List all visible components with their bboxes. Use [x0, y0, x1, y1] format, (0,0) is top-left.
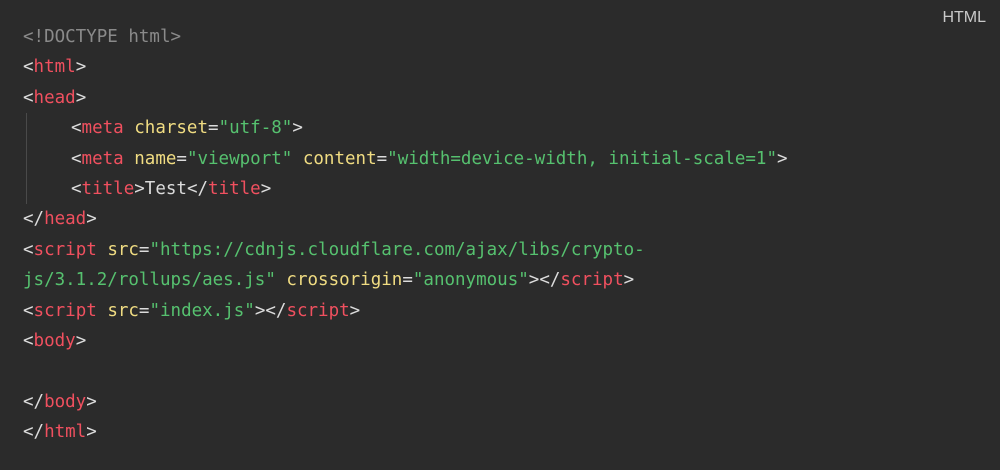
code-block: HTML <!DOCTYPE html> <html> <head> <meta… — [0, 0, 1000, 470]
tag-token: script — [286, 300, 350, 321]
punct-token: = — [376, 148, 388, 169]
punct-token: > — [134, 178, 145, 199]
punct-token: </ — [186, 178, 209, 199]
punct-token — [124, 149, 135, 169]
attribute-token: src — [107, 300, 139, 321]
string-token: "index.js" — [149, 300, 255, 321]
punct-token: < — [71, 178, 82, 199]
code-line: <body> — [23, 326, 983, 356]
punct-token: > — [777, 148, 788, 169]
code-line: <script src="https://cdnjs.cloudflare.co… — [23, 235, 983, 265]
string-token: "viewport" — [186, 148, 293, 169]
tag-token: head — [44, 209, 87, 230]
indent-guide — [26, 143, 27, 174]
punct-token: ></ — [528, 270, 561, 291]
punct-token: > — [260, 178, 272, 199]
code-line: js/3.1.2/rollups/aes.js" crossorigin="an… — [23, 265, 983, 295]
code-line: </body> — [23, 387, 983, 417]
punct-token: > — [292, 118, 303, 139]
indent-guide — [26, 173, 27, 205]
tag-token: html — [44, 422, 87, 443]
punct-token: </ — [23, 209, 45, 230]
code-line: </head> — [23, 204, 983, 234]
punct-token: = — [138, 300, 150, 321]
punct-token: </ — [23, 391, 45, 412]
punct-token: > — [86, 391, 97, 412]
punct-token: ></ — [254, 300, 287, 321]
code-line: <title>Test</title> — [23, 173, 983, 205]
tag-token: script — [33, 239, 97, 260]
punct-token: < — [23, 300, 34, 321]
code-line: <html> — [23, 52, 983, 82]
punct-token — [97, 301, 108, 321]
string-token: "utf-8" — [218, 118, 293, 139]
punct-token: </ — [23, 422, 45, 443]
punct-token: = — [208, 118, 219, 139]
code-line: <head> — [23, 83, 983, 113]
tag-token: meta — [81, 148, 124, 169]
punct-token: > — [75, 57, 87, 78]
punct-token: < — [23, 57, 34, 78]
attribute-token: src — [107, 239, 139, 260]
punct-token: > — [349, 300, 361, 321]
attribute-token: content — [302, 148, 377, 169]
attribute-token: charset — [134, 118, 209, 139]
tag-token: body — [44, 391, 87, 412]
string-token: "https://cdnjs.cloudflare.com/ajax/libs/… — [149, 239, 645, 260]
code-line: <meta charset="utf-8"> — [23, 113, 983, 144]
punct-token — [124, 118, 135, 138]
text-token: Test — [144, 178, 187, 199]
code-content: <!DOCTYPE html> <html> <head> <meta char… — [23, 22, 983, 447]
punct-token: > — [75, 330, 87, 351]
attribute-token: name — [134, 148, 177, 169]
punct-token — [97, 240, 108, 260]
punct-token: > — [86, 422, 97, 443]
tag-token: script — [33, 300, 97, 321]
indent-guide — [26, 113, 27, 144]
punct-token — [292, 149, 303, 169]
tag-token: body — [33, 330, 76, 351]
punct-token: = — [138, 239, 150, 260]
tag-token: title — [81, 178, 135, 199]
attribute-token: crossorigin — [286, 270, 403, 291]
code-line: <script src="index.js"></script> — [23, 296, 983, 326]
code-line: <!DOCTYPE html> — [23, 22, 983, 52]
tag-token: script — [560, 270, 624, 291]
doctype-token: <!DOCTYPE html> — [23, 27, 182, 47]
string-token: js/3.1.2/rollups/aes.js" — [23, 270, 276, 291]
punct-token: > — [75, 87, 87, 108]
tag-token: html — [33, 57, 76, 78]
tag-token: meta — [81, 118, 124, 139]
punct-token: = — [176, 148, 187, 169]
punct-token: < — [23, 330, 34, 351]
string-token: "anonymous" — [412, 270, 529, 291]
punct-token: > — [623, 270, 635, 291]
code-line: </html> — [23, 417, 983, 447]
punct-token: < — [71, 118, 82, 139]
punct-token: > — [86, 209, 97, 230]
string-token: "width=device-width, initial-scale=1" — [387, 148, 777, 169]
punct-token: < — [23, 239, 34, 260]
code-line: <meta name="viewport" content="width=dev… — [23, 143, 983, 174]
punct-token: < — [23, 87, 34, 108]
punct-token — [276, 270, 287, 290]
punct-token: = — [402, 270, 413, 291]
tag-token: title — [208, 178, 261, 199]
punct-token: < — [71, 148, 82, 169]
tag-token: head — [33, 87, 76, 108]
